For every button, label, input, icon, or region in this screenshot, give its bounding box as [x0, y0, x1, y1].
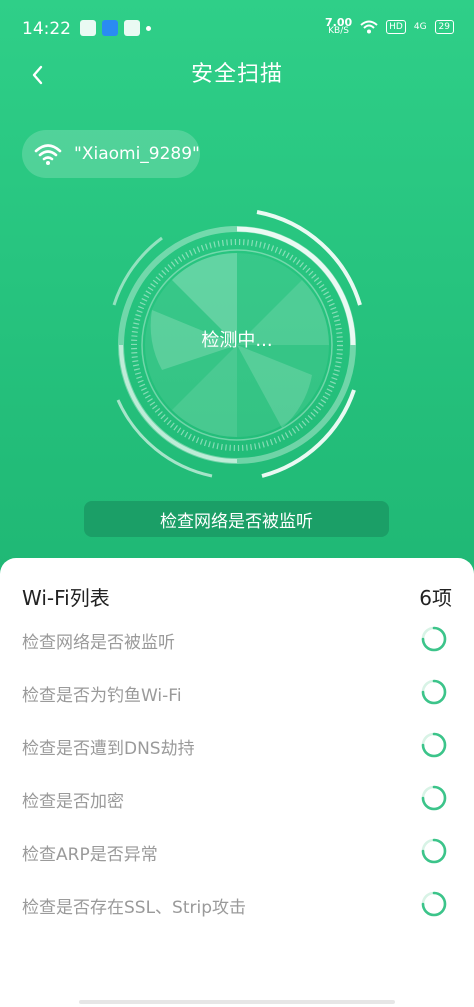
check-item-label: 检查网络是否被监听	[22, 633, 175, 653]
loading-spinner-icon	[421, 679, 447, 705]
network-speed-unit: KB/S	[328, 26, 349, 36]
wifi-icon	[34, 144, 62, 165]
current-check-banner: 检查网络是否被监听	[84, 501, 389, 537]
wechat-icon	[80, 20, 96, 36]
check-item: 检查是否加密	[22, 779, 452, 819]
loading-spinner-icon	[421, 891, 447, 917]
page-title: 安全扫描	[190, 62, 283, 87]
network-speed: 7.00 KB/S	[325, 17, 352, 36]
check-item: 检查ARP是否异常	[22, 832, 452, 872]
wifi-signal-icon	[360, 20, 378, 34]
loading-spinner-icon	[421, 838, 447, 864]
status-indicators: 7.00 KB/S HD 4G 29	[325, 17, 454, 36]
check-list-panel: Wi-Fi列表 6项 检查网络是否被监听 检查是否为钓鱼Wi-Fi 检查是否遭到…	[0, 558, 474, 1007]
app-notification-icon	[102, 20, 118, 36]
check-item: 检查是否为钓鱼Wi-Fi	[22, 673, 452, 713]
check-item-label: 检查是否存在SSL、Strip攻击	[22, 898, 247, 918]
list-title: Wi-Fi列表	[22, 586, 110, 610]
network-chip: "Xiaomi_9289"	[22, 130, 200, 178]
notification-icons	[80, 20, 151, 36]
cellular-signal: 4G	[413, 22, 427, 32]
check-item: 检查网络是否被监听	[22, 620, 452, 660]
more-notifications-icon	[146, 25, 151, 31]
check-item-label: 检查是否为钓鱼Wi-Fi	[22, 686, 182, 706]
status-bar: 14:22 7.00 KB/S HD 4G 29	[0, 0, 474, 58]
loading-spinner-icon	[421, 626, 447, 652]
home-indicator[interactable]	[79, 1000, 395, 1004]
loading-spinner-icon	[421, 732, 447, 758]
check-item-label: 检查是否加密	[22, 792, 124, 812]
battery-level: 29	[434, 20, 454, 34]
check-item-label: 检查ARP是否异常	[22, 845, 158, 865]
list-header: Wi-Fi列表 6项	[22, 582, 452, 610]
status-time: 14:22	[22, 19, 71, 39]
loading-spinner-icon	[421, 785, 447, 811]
list-count: 6项	[419, 586, 452, 610]
check-item: 检查是否遭到DNS劫持	[22, 726, 452, 766]
scan-status: 检测中...	[201, 330, 273, 351]
app-notification-icon	[124, 20, 140, 36]
network-ssid: "Xiaomi_9289"	[74, 144, 200, 164]
hd-badge: HD	[386, 20, 406, 34]
check-item: 检查是否存在SSL、Strip攻击	[22, 885, 452, 925]
check-item-label: 检查是否遭到DNS劫持	[22, 739, 195, 759]
